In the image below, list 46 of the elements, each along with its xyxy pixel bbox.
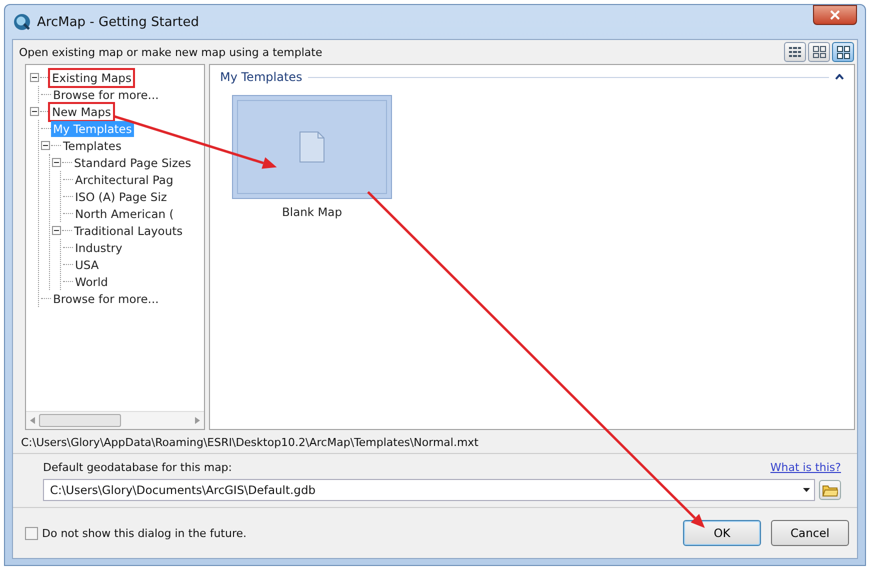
tree-item[interactable]: North American ( (73, 206, 176, 222)
instruction-text: Open existing map or make new map using a template (19, 46, 322, 58)
tree-item[interactable]: Browse for more... (51, 290, 161, 306)
view-button[interactable] (832, 42, 854, 62)
collapse-toggle-icon[interactable] (52, 158, 61, 167)
folder-icon (822, 484, 838, 496)
geodatabase-combo[interactable]: C:\Users\Glory\Documents\ArcGIS\Default.gdb (43, 479, 815, 501)
field-label: Default geodatabase for this map: (43, 460, 232, 474)
ok-button[interactable]: OK (683, 520, 761, 546)
section-header: My Templates (220, 70, 302, 84)
view-button[interactable] (808, 42, 830, 62)
help-link[interactable]: What is this? (770, 460, 841, 474)
collapse-toggle-icon[interactable] (52, 226, 61, 235)
tree-item[interactable]: World (73, 274, 110, 290)
grid-view-icon (812, 44, 826, 60)
template-path: C:\Users\Glory\AppData\Roaming\ESRI\Desktop10.2\ArcMap\Templates\Normal.mxt (13, 430, 857, 454)
tree-item[interactable]: Existing Maps (50, 70, 134, 86)
tree-item[interactable]: Templates (61, 138, 124, 154)
scroll-right-icon[interactable] (195, 417, 200, 424)
tree-item[interactable]: Standard Page Sizes (72, 154, 194, 170)
tree-item[interactable]: ISO (A) Page Siz (73, 188, 169, 204)
checkbox[interactable] (25, 526, 38, 540)
tree-item[interactable]: Industry (73, 240, 124, 256)
browse-folder-button[interactable] (819, 480, 841, 500)
window-title: ArcMap - Getting Started (37, 14, 200, 30)
close-icon (830, 10, 840, 20)
collapse-chevron-icon[interactable] (835, 74, 844, 80)
tree-item[interactable]: New Maps (50, 104, 113, 120)
close-button[interactable] (813, 5, 857, 25)
magnifier-globe-icon (13, 13, 31, 31)
details-view-icon (788, 44, 802, 60)
tiles-view-icon (836, 44, 850, 60)
collapse-toggle-icon[interactable] (30, 107, 39, 116)
cancel-button[interactable]: Cancel (771, 520, 849, 546)
scroll-left-icon[interactable] (30, 417, 35, 424)
tree-item[interactable]: Traditional Layouts (72, 222, 185, 238)
tree-item[interactable]: Browse for more... (51, 86, 161, 102)
tree-item[interactable]: USA (73, 256, 101, 272)
dropdown-caret-icon (803, 488, 810, 492)
scrollbar-thumb[interactable] (39, 414, 121, 427)
view-button[interactable] (784, 42, 806, 62)
tree-item[interactable]: Architectural Pag (73, 172, 176, 188)
collapse-toggle-icon[interactable] (30, 73, 39, 82)
checkbox-label: Do not show this dialog in the future. (42, 526, 246, 540)
document-icon (299, 131, 325, 163)
collapse-toggle-icon[interactable] (41, 141, 50, 150)
